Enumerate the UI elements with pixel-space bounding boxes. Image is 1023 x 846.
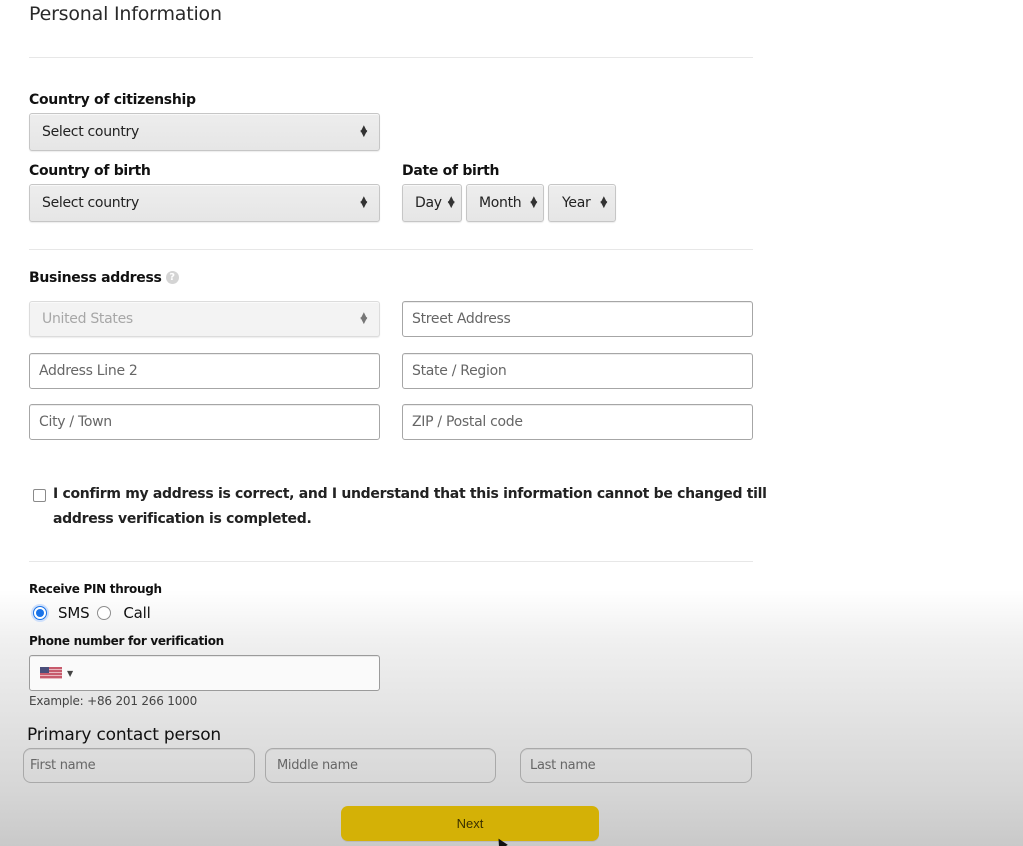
phone-label: Phone number for verification — [29, 634, 224, 648]
address-country-value: United States — [42, 311, 133, 327]
dob-year-select[interactable]: Year ▲ ▼ — [548, 184, 616, 222]
confirm-line-2: address verification is completed. — [53, 511, 312, 527]
address-line2-input[interactable]: Address Line 2 — [29, 353, 380, 389]
receive-pin-label: Receive PIN through — [29, 582, 162, 596]
birth-country-select[interactable]: Select country ▲ ▼ — [29, 184, 380, 222]
primary-contact-heading: Primary contact person — [27, 725, 221, 745]
us-flag-icon[interactable] — [40, 667, 62, 679]
confirm-address-checkbox[interactable] — [33, 489, 46, 502]
divider — [29, 561, 753, 562]
divider — [29, 57, 753, 58]
select-arrows-icon: ▲ ▼ — [530, 195, 537, 210]
divider — [29, 249, 753, 250]
birth-country-label: Country of birth — [29, 163, 151, 179]
dob-year-value: Year — [562, 195, 591, 211]
country-dropdown-caret-icon[interactable]: ▼ — [67, 669, 73, 678]
sms-radio[interactable] — [33, 606, 47, 620]
state-region-input[interactable]: State / Region — [402, 353, 753, 389]
business-address-label: Business address? — [29, 270, 179, 286]
next-button[interactable]: Next — [341, 806, 599, 841]
business-address-label-text: Business address — [29, 270, 162, 286]
last-name-input[interactable]: Last name — [520, 748, 752, 783]
call-radio[interactable] — [97, 606, 112, 620]
zip-postal-input[interactable]: ZIP / Postal code — [402, 404, 753, 440]
middle-name-input[interactable]: Middle name — [265, 748, 496, 783]
page-title: Personal Information — [29, 3, 222, 25]
address-country-select[interactable]: United States ▲ ▼ — [29, 301, 380, 337]
pin-method-radio-group: SMS Call — [33, 604, 151, 622]
select-arrows-icon: ▲ ▼ — [600, 195, 607, 210]
confirm-address-text: I confirm my address is correct, and I u… — [53, 482, 773, 532]
dob-day-value: Day — [415, 195, 442, 211]
phone-example-text: Example: +86 201 266 1000 — [29, 694, 198, 708]
street-address-input[interactable]: Street Address — [402, 301, 753, 337]
dob-month-select[interactable]: Month ▲ ▼ — [466, 184, 544, 222]
city-town-input[interactable]: City / Town — [29, 404, 380, 440]
citizenship-select[interactable]: Select country ▲ ▼ — [29, 113, 380, 151]
select-arrows-icon: ▲ ▼ — [360, 311, 367, 326]
select-arrows-icon: ▲ ▼ — [360, 195, 367, 210]
confirm-line-1: I confirm my address is correct, and I u… — [53, 486, 767, 502]
birth-country-value: Select country — [42, 195, 139, 211]
dob-day-select[interactable]: Day ▲ ▼ — [402, 184, 462, 222]
select-arrows-icon: ▲ ▼ — [447, 195, 455, 210]
help-icon[interactable]: ? — [165, 271, 179, 284]
phone-input[interactable]: ▼ — [29, 655, 380, 691]
dob-label: Date of birth — [402, 163, 500, 179]
dob-month-value: Month — [479, 195, 522, 211]
citizenship-label: Country of citizenship — [29, 92, 196, 108]
sms-radio-label: SMS — [58, 604, 90, 622]
first-name-input[interactable]: First name — [23, 748, 255, 783]
citizenship-value: Select country — [42, 124, 139, 140]
select-arrows-icon: ▲ ▼ — [360, 124, 367, 139]
call-radio-label: Call — [123, 604, 151, 622]
